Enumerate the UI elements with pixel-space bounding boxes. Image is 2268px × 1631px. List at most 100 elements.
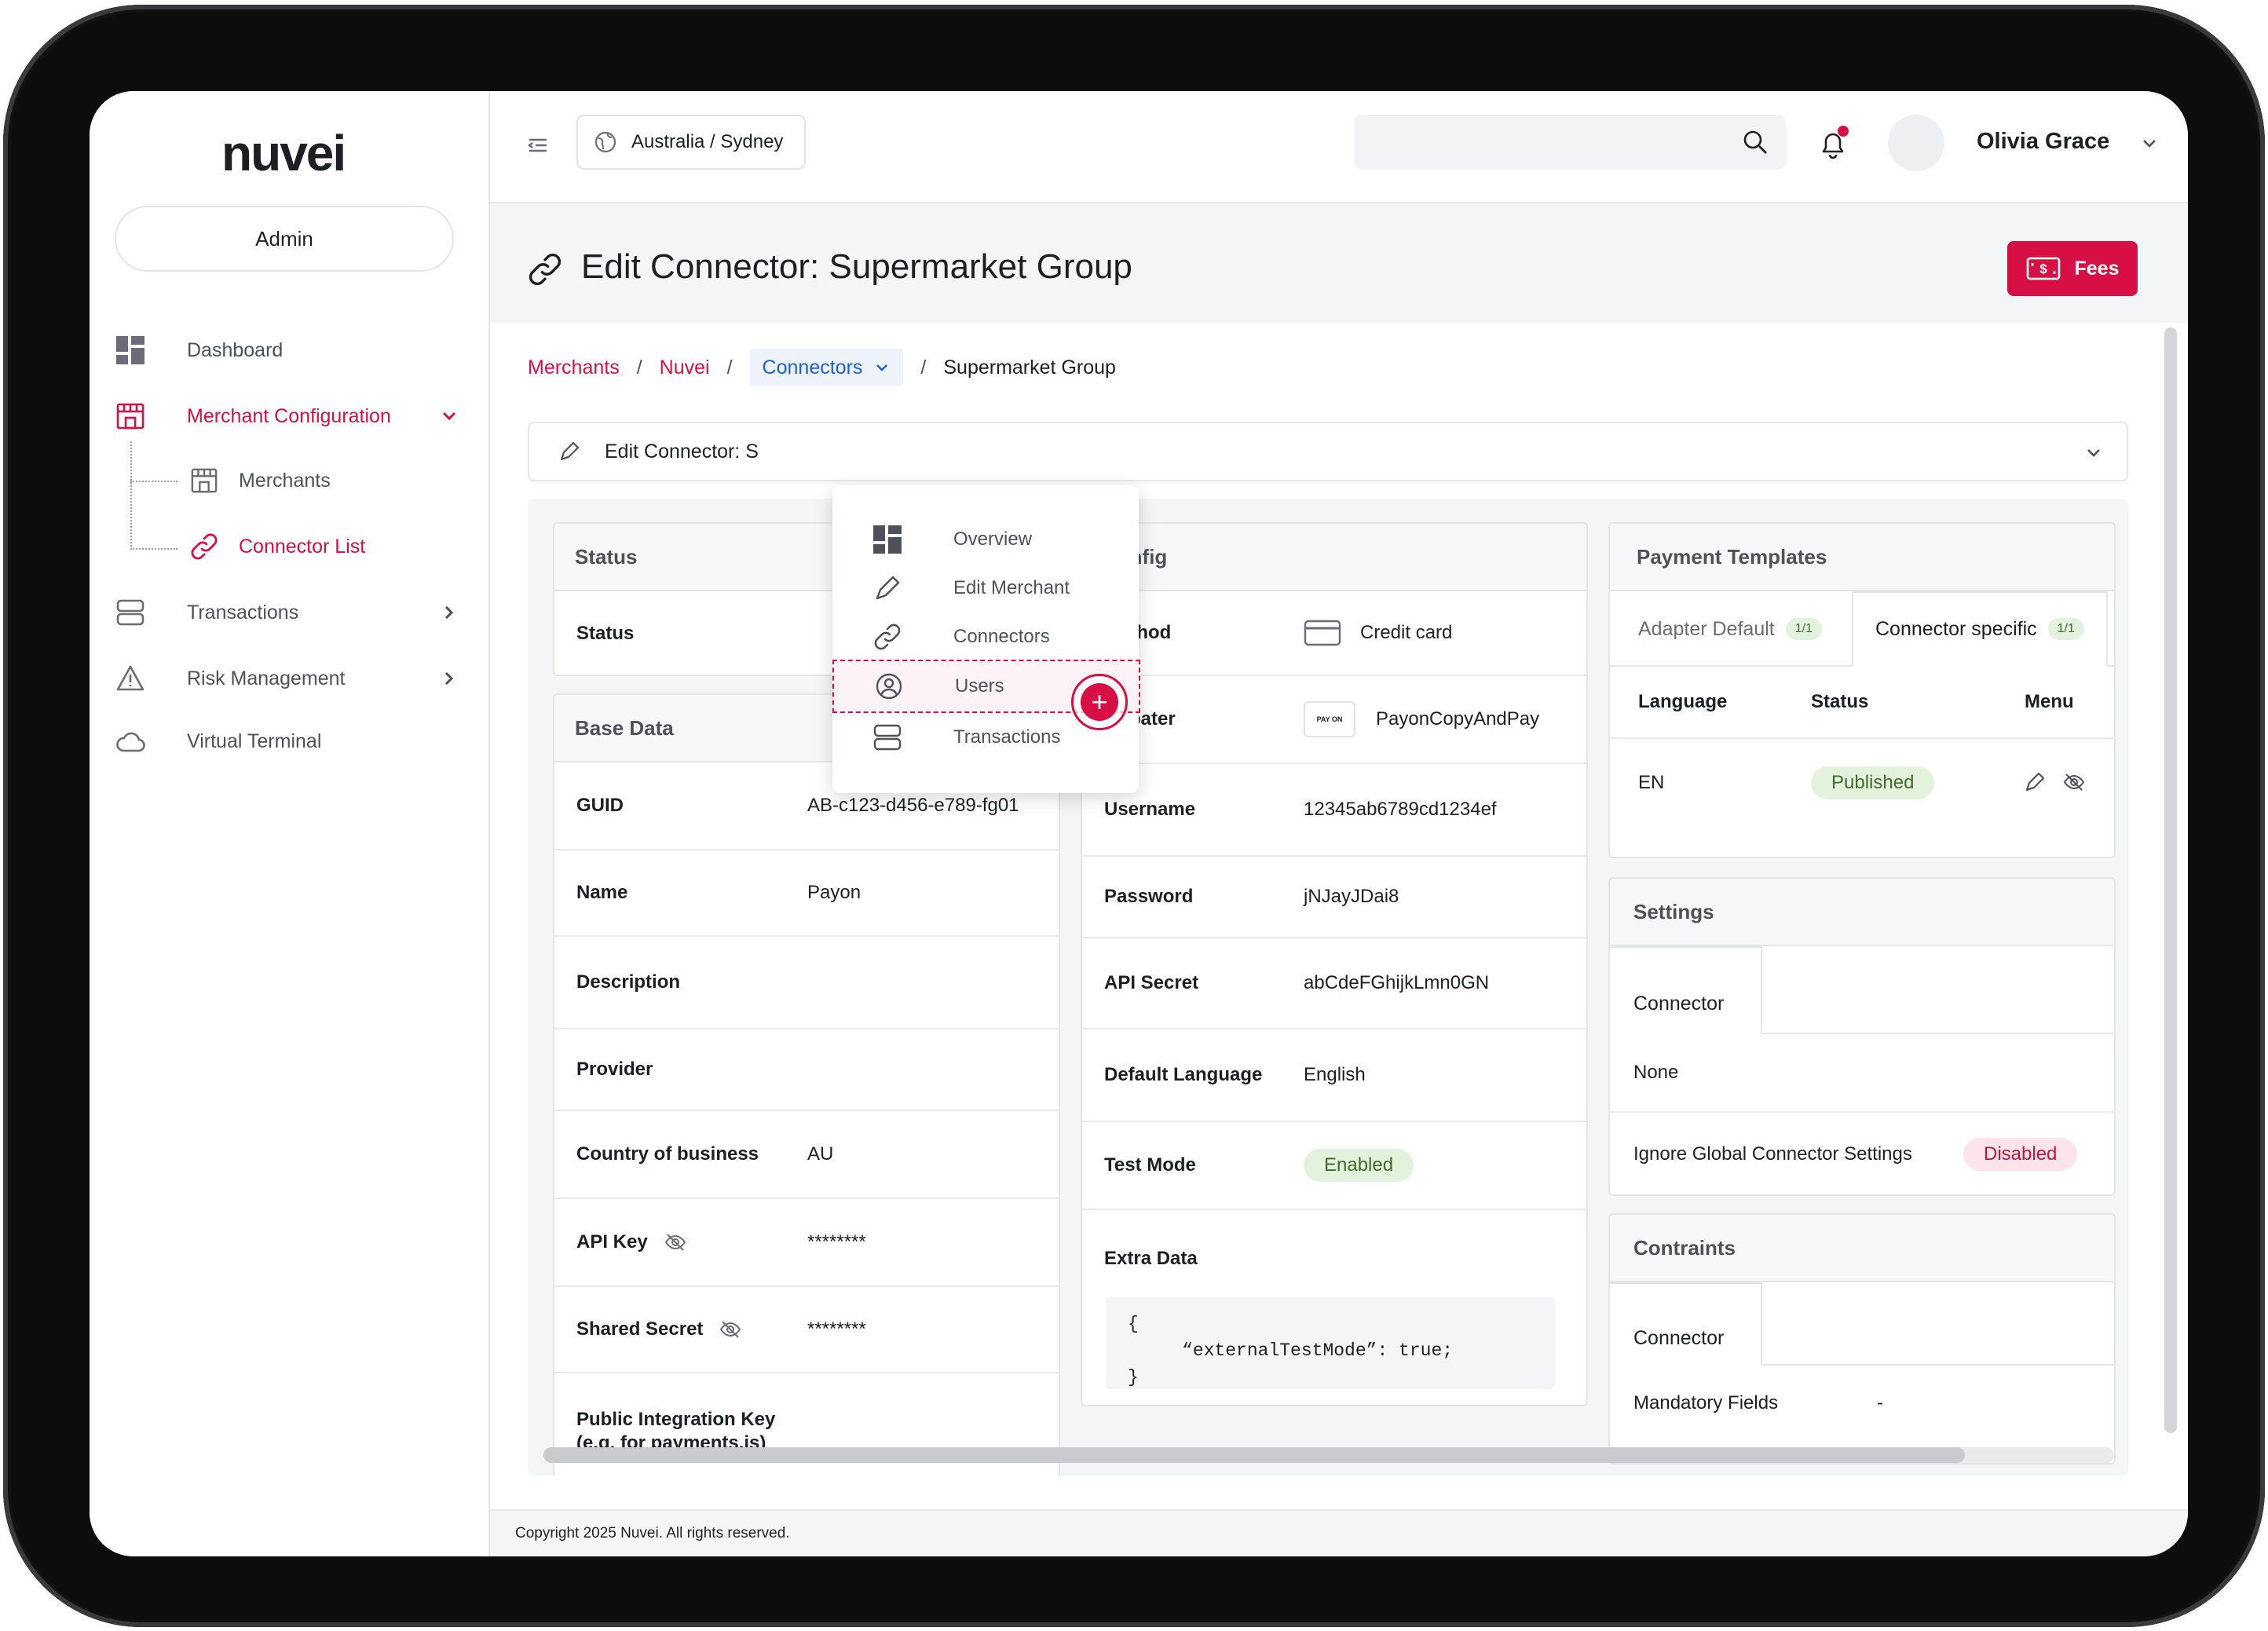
sidebar-item-merchant-configuration[interactable]: Merchant Configuration [113, 394, 466, 438]
chevron-down-icon[interactable] [2138, 132, 2161, 155]
tab-connector[interactable]: Connector [1610, 946, 1762, 1034]
menu-item-label: Users [955, 675, 1004, 697]
avatar[interactable] [1888, 115, 1944, 171]
breadcrumb: Merchants / Nuvei / Connectors / Superma… [528, 348, 1116, 387]
field-value: Enabled [1304, 1149, 1414, 1182]
money-icon: $ [2026, 257, 2060, 280]
settings-tabs: Connector [1610, 946, 2114, 1034]
menu-item-edit-merchant[interactable]: Edit Merchant [832, 564, 1139, 613]
breadcrumb-merchants[interactable]: Merchants [528, 357, 620, 379]
tab-label: Connector specific [1875, 617, 2037, 640]
admin-button[interactable]: Admin [115, 206, 454, 272]
field-label: Password [1104, 886, 1194, 907]
config-card: Config Method Credit card Adpater PAY ON… [1081, 522, 1588, 1406]
tree-connector [130, 548, 177, 550]
menu-item-label: Overview [953, 528, 1033, 550]
status-badge[interactable]: Disabled [1963, 1138, 2078, 1171]
settings-row: Ignore Global Connector Settings Disable… [1610, 1113, 2114, 1194]
pencil-icon[interactable] [2023, 770, 2047, 794]
menu-item-overview[interactable]: Overview [832, 515, 1139, 564]
horizontal-scrollbar[interactable] [543, 1447, 2114, 1463]
menu-item-label: Edit Merchant [953, 577, 1070, 598]
notifications-button[interactable] [1816, 126, 1850, 162]
field-label: Test Mode [1104, 1154, 1196, 1176]
field-value: Payon [807, 882, 861, 903]
app-screen: nuvei Admin Dashboard Merchant Configura… [90, 91, 2188, 1556]
breadcrumb-separator: / [636, 356, 642, 378]
chevron-right-icon[interactable] [438, 667, 460, 689]
search-icon[interactable] [1742, 129, 1769, 155]
nuvei-logo[interactable]: nuvei [221, 124, 346, 182]
config-title: Config [1082, 524, 1586, 591]
settings-value: None [1633, 1062, 1679, 1083]
tab-connector-specific[interactable]: Connector specific 1/1 [1852, 591, 2108, 667]
details-panel: Status Status Base Data GUID AB-c123-d45… [528, 499, 2128, 1476]
tree-connector [130, 441, 132, 550]
base-data-row: Country of business AU [554, 1111, 1059, 1199]
sidebar-item-label: Connector List [239, 535, 366, 558]
extra-data-code: { “externalTestMode”: true; } [1106, 1296, 1555, 1389]
breadcrumb-connectors-label: Connectors [762, 356, 863, 378]
eye-off-icon[interactable] [664, 1231, 687, 1254]
mandatory-fields-value: - [1877, 1392, 1883, 1413]
tree-connector [130, 481, 177, 482]
sidebar-item-connector-list[interactable]: Connector List [188, 525, 365, 569]
field-value: ******** [807, 1318, 866, 1340]
connectors-dropdown-menu: Overview Edit Merchant Connectors Users … [832, 485, 1140, 793]
field-label: Shared Secret [576, 1318, 742, 1341]
sidebar-item-label: Merchants [239, 469, 331, 492]
chevron-down-icon[interactable] [438, 405, 460, 427]
svg-text:$: $ [2039, 261, 2047, 276]
scrollbar-thumb[interactable] [543, 1447, 1965, 1463]
edit-connector-accordion[interactable]: Edit Connector: S [528, 422, 2128, 481]
tab-label: Adapter Default [1638, 617, 1775, 640]
dashboard-icon [872, 524, 903, 555]
settings-row: None [1610, 1034, 2114, 1113]
scrollbar-thumb[interactable] [2164, 327, 2177, 1433]
chevron-right-icon[interactable] [438, 602, 460, 624]
field-value: English [1304, 1064, 1366, 1085]
store-icon [113, 399, 148, 433]
topbar: Australia / Sydney Olivia Grace [490, 91, 2188, 203]
eye-off-icon[interactable] [719, 1318, 742, 1341]
sidebar-item-virtual-terminal[interactable]: Virtual Terminal [113, 719, 466, 763]
breadcrumb-nuvei[interactable]: Nuvei [660, 357, 710, 379]
breadcrumb-current: Supermarket Group [943, 356, 1116, 378]
config-row: Password jNJayJDai8 [1082, 857, 1586, 938]
eye-off-icon[interactable] [2062, 770, 2086, 794]
adapter-value: PayonCopyAndPay [1376, 708, 1540, 730]
sidebar-item-risk-management[interactable]: Risk Management [113, 656, 466, 700]
tab-adapter-default[interactable]: Adapter Default 1/1 [1638, 591, 1822, 667]
sidebar-item-transactions[interactable]: Transactions [113, 591, 466, 634]
timezone-selector[interactable]: Australia / Sydney [576, 115, 806, 170]
tab-connector[interactable]: Connector [1610, 1282, 1762, 1366]
menu-collapse-icon[interactable] [525, 132, 551, 159]
link-icon [188, 531, 220, 562]
settings-card: Settings Connector None Ignore Global Co… [1608, 877, 2116, 1196]
field-label: Username [1104, 799, 1196, 820]
user-icon [873, 671, 905, 702]
breadcrumb-connectors-dropdown[interactable]: Connectors [749, 349, 904, 386]
warning-icon [113, 661, 148, 696]
page-header: Edit Connector: Supermarket Group $ Fees [490, 203, 2188, 323]
sidebar-item-merchants[interactable]: Merchants [188, 459, 331, 503]
chevron-down-icon[interactable] [2083, 442, 2105, 464]
language-value: EN [1638, 772, 1665, 793]
vertical-scrollbar[interactable] [2164, 327, 2177, 1556]
user-name[interactable]: Olivia Grace [1977, 129, 2109, 155]
base-data-card: Base Data GUID AB-c123-d456-e789-fg01 Na… [553, 693, 1060, 1476]
link-icon [872, 621, 903, 653]
sidebar-item-dashboard[interactable]: Dashboard [113, 328, 466, 372]
breadcrumb-separator: / [920, 356, 927, 378]
footer: Copyright 2025 Nuvei. All rights reserve… [490, 1509, 2188, 1556]
sidebar-item-label: Merchant Configuration [187, 404, 391, 427]
field-label: API Secret [1104, 972, 1199, 993]
timezone-label: Australia / Sydney [631, 131, 784, 152]
menu-item-connectors[interactable]: Connectors [832, 613, 1139, 661]
fees-button[interactable]: $ Fees [2007, 241, 2138, 296]
sidebar-item-label: Risk Management [187, 667, 346, 689]
search-input[interactable] [1354, 115, 1786, 170]
dashboard-icon [113, 333, 148, 368]
sidebar-item-label: Dashboard [187, 338, 284, 361]
main-area: Edit Connector: Supermarket Group $ Fees… [490, 203, 2188, 1556]
